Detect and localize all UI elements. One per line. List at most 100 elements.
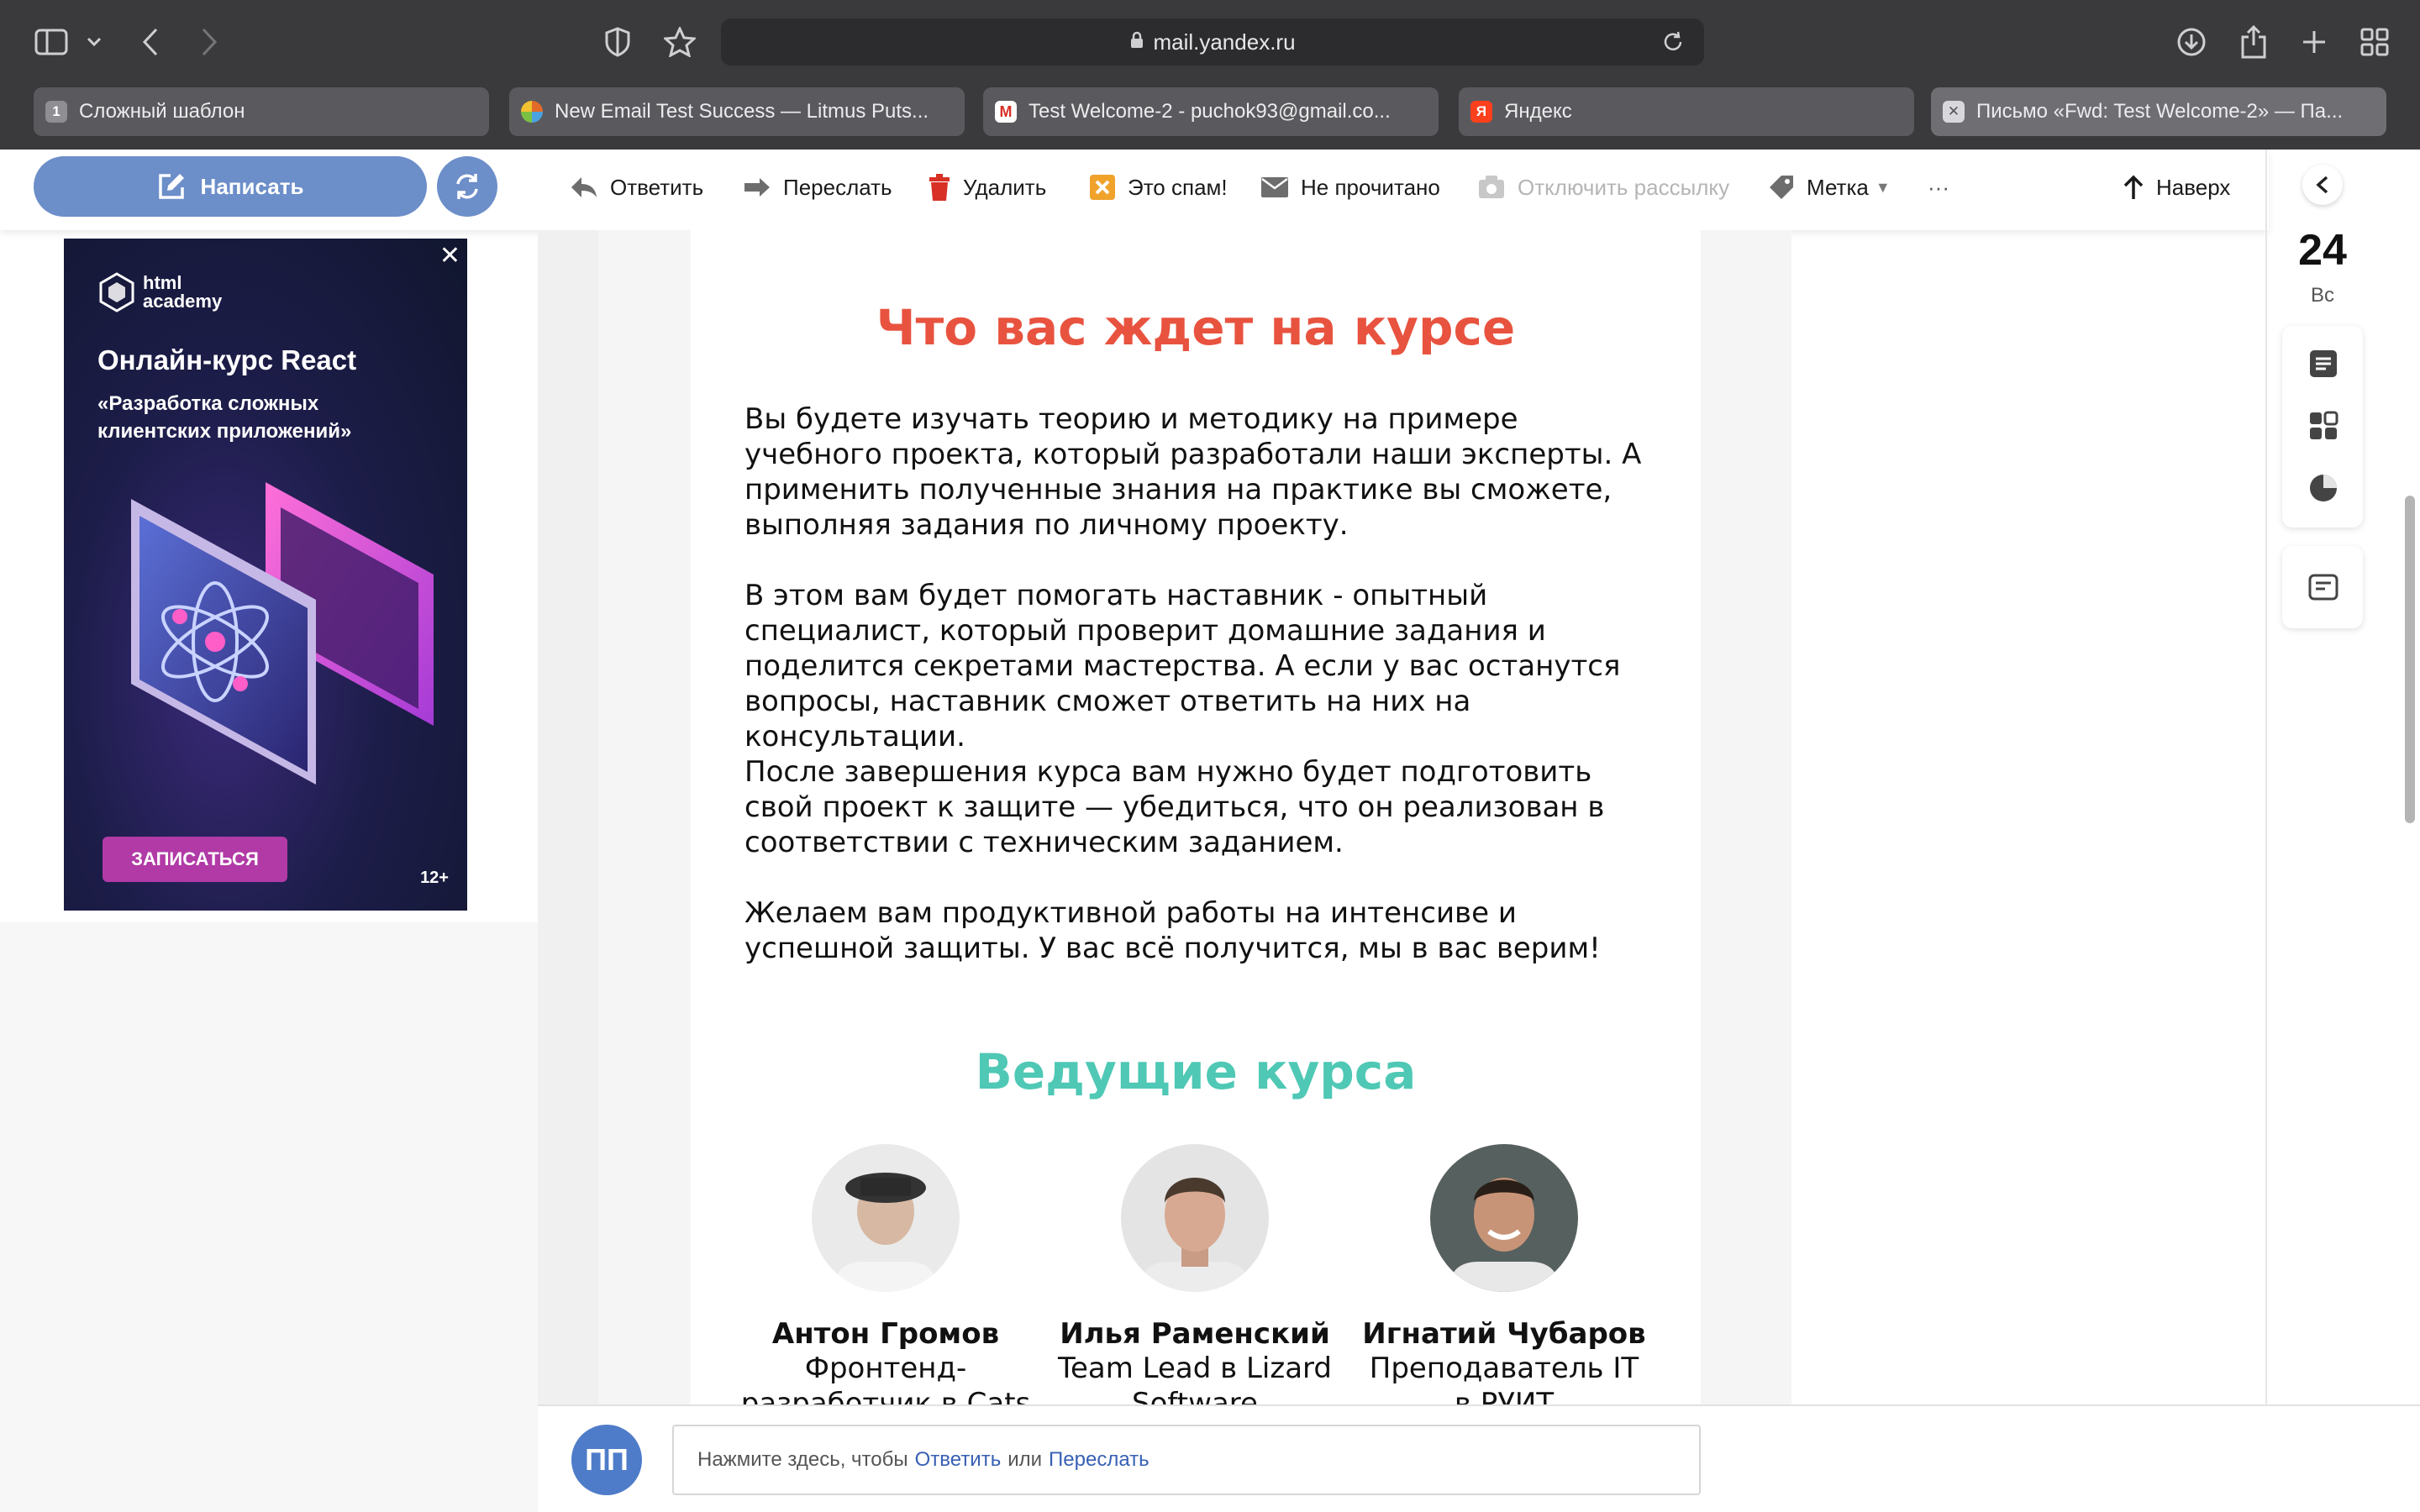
litmus-icon [521,101,543,123]
calendar-date[interactable]: 24 [2282,225,2363,276]
browser-chrome: mail.yandex.ru 1 Сложный шаблон New Emai… [0,0,2420,150]
instructor-role: Team Lead в Lizard [1057,1352,1333,1385]
spam-button[interactable]: Это спам! [1089,168,1228,207]
instructor-role: Преподаватель IT [1369,1352,1639,1385]
forward-label: Переслать [783,174,892,200]
instructor-card: Игнатий Чубаров Преподаватель IT в РУИТ [1353,1144,1655,1421]
tab-2[interactable]: New Email Test Success — Litmus Puts... [509,87,965,136]
subscriptions-panel [2282,546,2363,628]
quick-reply-link[interactable]: Ответить [915,1448,1002,1472]
tab-overview-icon[interactable] [2358,22,2391,62]
email-paragraph: В этом вам будет помогать наставник - оп… [744,579,1621,753]
forward-button[interactable]: Переслать [743,168,892,207]
ad-logo-line2: academy [143,291,223,312]
reload-icon[interactable] [1662,30,1684,60]
new-tab-icon[interactable] [2299,22,2329,62]
ad-age-badge: 12+ [420,869,449,887]
tab-label: Test Welcome-2 - puchok93@gmail.co... [1028,100,1391,123]
label-button[interactable]: Метка ▼ [1768,168,1891,207]
instructor-name: Антон Громов [771,1317,1000,1351]
tag-icon [1768,174,1795,201]
bookmark-star-icon[interactable] [662,22,697,62]
gmail-icon: M [995,101,1017,123]
ad-subtitle: «Разработка сложных клиентских приложени… [97,392,352,443]
instructor-card: Илья Раменский Team Lead в Lizard Softwa… [1044,1144,1346,1421]
forward-icon [743,176,771,198]
forward-icon[interactable] [197,22,222,62]
unsubscribe-button[interactable]: Отключить рассылку [1477,168,1729,207]
collapse-sidebar-button[interactable] [2302,165,2343,205]
back-icon[interactable] [138,22,163,62]
chevron-down-icon[interactable] [82,22,106,62]
ad-illustration [131,482,434,785]
compose-icon [158,174,184,199]
envelope-icon [1260,176,1289,198]
newsletter-icon[interactable] [2307,571,2339,603]
ad-close-icon[interactable]: ✕ [439,244,460,269]
section-heading-instructors: Ведущие курса [975,1043,1417,1100]
html-academy-ad[interactable]: ✕ html academy Онлайн-курс React «Разрабо… [64,239,467,911]
tab-bar: 1 Сложный шаблон New Email Test Success … [0,84,2420,150]
ad-logo-line1: html [143,272,182,293]
quick-reply-input[interactable]: Нажмите здесь, чтобы Ответить или Пересл… [672,1425,1701,1495]
browser-toolbar: mail.yandex.ru [0,0,2420,84]
lock-icon [1129,29,1144,55]
unsubscribe-label: Отключить рассылку [1518,174,1730,200]
delete-button[interactable]: Удалить [928,168,1046,207]
address-bar[interactable]: mail.yandex.ru [721,18,1704,66]
tab-1[interactable]: 1 Сложный шаблон [34,87,489,136]
mark-unread-button[interactable]: Не прочитано [1260,168,1440,207]
yandex-icon: Я [1470,101,1492,123]
downloads-icon[interactable] [2175,22,2208,62]
tab-5[interactable]: ✕ Письмо «Fwd: Test Welcome-2» — Па... [1931,87,2386,136]
chevron-down-icon: ▼ [1875,178,1891,196]
pie-chart-icon[interactable] [2307,472,2339,504]
ad-cta-button[interactable]: ЗАПИСАТЬСЯ [103,837,287,882]
reply-label: Ответить [610,174,704,200]
tab-label: Письмо «Fwd: Test Welcome-2» — Па... [1976,100,2344,123]
compose-label: Написать [200,173,304,199]
notes-icon[interactable] [2307,348,2339,380]
close-icon[interactable]: ✕ [1943,101,1965,123]
refresh-button[interactable] [437,156,497,217]
instructor-photo [1430,1144,1578,1292]
user-avatar[interactable]: ПП [571,1425,642,1495]
scroll-top-label: Наверх [2156,174,2231,200]
tab-3[interactable]: M Test Welcome-2 - puchok93@gmail.co... [983,87,1439,136]
apps-grid-icon[interactable] [2307,410,2339,442]
instructor-photo [1121,1144,1269,1292]
instructor-photo [812,1144,960,1292]
tab-label: Яндекс [1504,100,1572,123]
share-icon[interactable] [2238,22,2269,62]
instructor-role: Фронтенд- [804,1352,967,1385]
quick-reply-or: или [1007,1448,1043,1471]
tab-4[interactable]: Я Яндекс [1459,87,1914,136]
tab-label: New Email Test Success — Litmus Puts... [555,100,929,123]
refresh-icon [456,174,478,199]
right-sidebar-divider [2265,150,2267,1404]
more-actions-button[interactable]: ··· [1928,168,1949,207]
label-label: Метка [1807,174,1869,200]
email-paragraph: После завершения курса вам нужно будет п… [744,755,1605,859]
privacy-shield-icon[interactable] [602,22,634,62]
compose-button[interactable]: Написать [34,156,427,217]
instructor-name: Игнатий Чубаров [1362,1317,1646,1351]
instructor-card: Антон Громов Фронтенд- разработчик в Cat… [734,1144,1037,1421]
chevron-left-icon [2316,176,2328,194]
mail-toolbar: Написать Ответить Переслать Удалить Это … [0,150,2269,230]
page-scrollbar[interactable] [2405,496,2415,823]
tab-number-badge: 1 [45,101,67,123]
section-heading-course: Что вас ждет на курсе [876,299,1516,356]
scroll-top-button[interactable]: Наверх [2123,168,2230,207]
calendar-weekday: Вс [2310,284,2334,307]
spam-icon [1089,174,1116,201]
tools-panel [2282,326,2363,528]
trash-icon [928,173,951,202]
left-panel-background [0,922,538,1512]
ad-title: Онлайн-курс React [97,344,357,375]
sidebar-toggle-icon[interactable] [32,22,71,62]
email-paragraph: Вы будете изучать теорию и методику на п… [744,402,1642,542]
ad-logo: html academy [99,272,222,312]
quick-forward-link[interactable]: Переслать [1049,1448,1150,1472]
reply-button[interactable]: Ответить [570,168,703,207]
